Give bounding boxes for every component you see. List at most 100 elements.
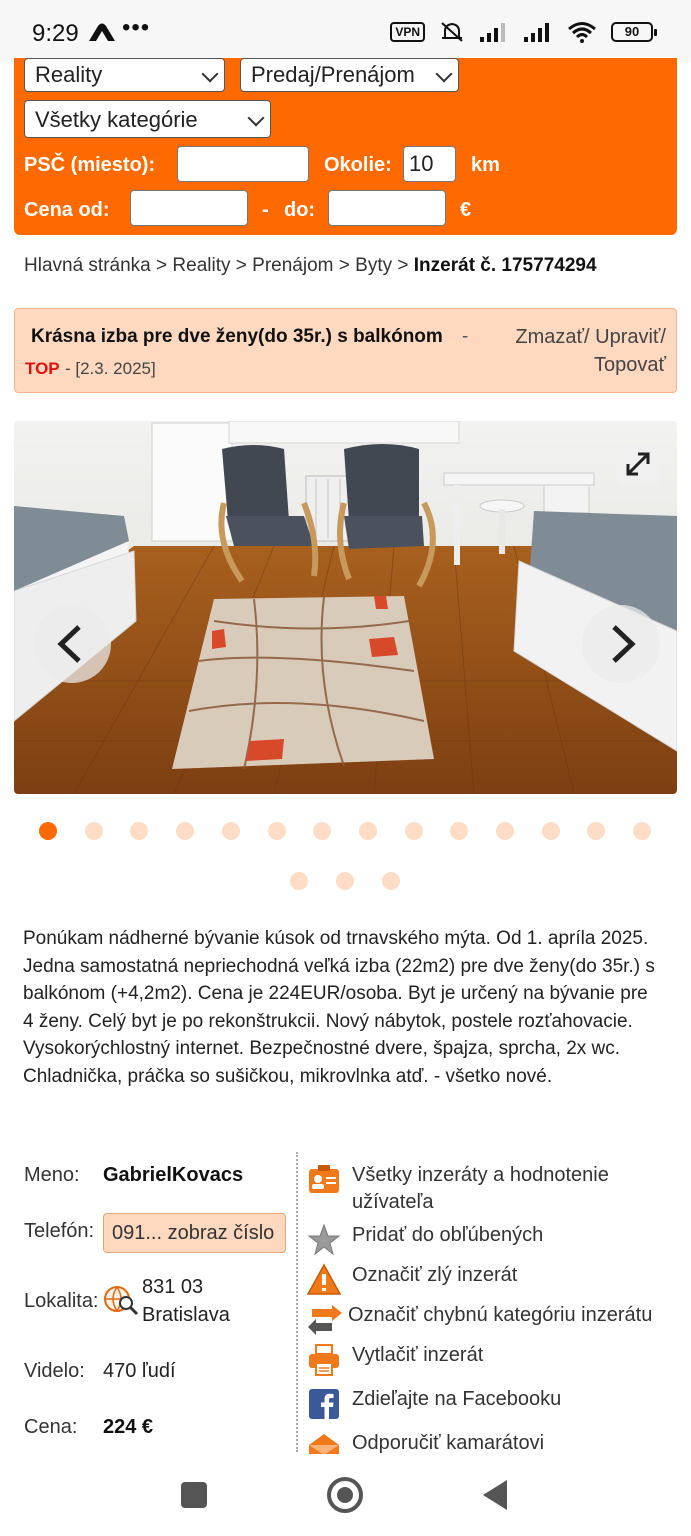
cena-label: Cena:	[24, 1416, 78, 1438]
chevron-down-icon	[435, 65, 453, 83]
chevron-down-icon	[201, 65, 219, 83]
telefon-label: Telefón:	[24, 1220, 95, 1242]
breadcrumb-reality[interactable]: Reality	[172, 255, 230, 276]
ad-title-separator: -	[462, 326, 469, 347]
type-select[interactable]: Predaj/Prenájom	[240, 58, 459, 92]
status-time: 9:29	[32, 20, 79, 47]
print-ad-link[interactable]: Vytlačiť inzerát	[306, 1342, 483, 1378]
swap-arrows-icon	[306, 1302, 342, 1338]
show-phone-button[interactable]: 091... zobraz číslo	[103, 1213, 286, 1253]
gallery-dot[interactable]	[290, 872, 309, 890]
share-facebook-label: Zdieľajte na Facebooku	[352, 1388, 562, 1410]
system-nav-bar	[0, 1456, 691, 1536]
all-user-ads-label: Všetky inzeráty a hodnotenie užívateľa	[352, 1164, 609, 1213]
price-to-input[interactable]	[328, 190, 446, 226]
breadcrumb-current: Inzerát č. 175774294	[413, 255, 597, 276]
location-zip: 831 03	[142, 1276, 204, 1298]
gallery-dot[interactable]	[358, 822, 377, 840]
prev-photo-button[interactable]	[33, 605, 111, 683]
mute-icon	[441, 22, 463, 42]
gallery-dot[interactable]	[633, 822, 652, 840]
chevron-down-icon	[247, 109, 265, 127]
gallery-dot[interactable]	[381, 872, 400, 890]
home-button[interactable]	[327, 1477, 363, 1513]
currency-label: €	[460, 199, 472, 221]
breadcrumb: Hlavná stránka > Reality > Prenájom > By…	[24, 255, 597, 277]
gallery-dot[interactable]	[267, 822, 286, 840]
gallery-dot[interactable]	[221, 822, 240, 840]
status-more-dots: •••	[122, 14, 151, 41]
category-select-value: Reality	[35, 62, 103, 87]
breadcrumb-prenajom[interactable]: Prenájom	[252, 255, 333, 276]
recommend-friend-link[interactable]: Odporučiť kamarátovi	[306, 1430, 544, 1454]
wifi-icon	[568, 22, 596, 43]
ad-description: Ponúkam nádherné bývanie kúsok od trnavs…	[23, 928, 655, 1087]
gallery-dot[interactable]	[404, 822, 423, 840]
report-ad-link[interactable]: Označiť zlý inzerát	[306, 1262, 517, 1298]
gallery-dot[interactable]	[587, 822, 606, 840]
gallery-dot[interactable]	[84, 822, 103, 840]
cena-od-label: Cena od:	[24, 199, 110, 221]
add-to-favorites-label: Pridať do obľúbených	[352, 1224, 544, 1246]
envelope-icon	[306, 1430, 342, 1454]
gallery-dot[interactable]	[336, 872, 354, 890]
warning-icon	[306, 1262, 342, 1298]
back-button[interactable]	[483, 1480, 507, 1510]
gallery-dot[interactable]	[176, 822, 195, 840]
user-card-icon	[306, 1162, 342, 1198]
gallery-dot[interactable]	[130, 822, 149, 840]
fullscreen-button[interactable]	[617, 443, 659, 485]
type-select-value: Predaj/Prenájom	[251, 62, 415, 87]
share-facebook-link[interactable]: Zdieľajte na Facebooku	[306, 1386, 561, 1422]
ad-photo[interactable]	[14, 421, 677, 794]
km-label: km	[471, 154, 500, 176]
facebook-icon	[306, 1386, 342, 1422]
search-panel: Reality Predaj/Prenájom Všetky kategórie…	[14, 58, 677, 235]
star-icon	[306, 1222, 342, 1258]
gallery-dot[interactable]	[313, 822, 332, 840]
all-user-ads-link[interactable]: Všetky inzeráty a hodnotenie užívateľa	[306, 1162, 652, 1216]
okolie-input[interactable]: 10	[403, 146, 456, 182]
psc-input[interactable]	[177, 146, 309, 182]
report-wrong-category-link[interactable]: Označiť chybnú kategóriu inzerátu	[306, 1302, 652, 1338]
top-badge: TOP	[25, 359, 60, 378]
vpn-icon: VPN	[390, 22, 425, 42]
breadcrumb-home[interactable]: Hlavná stránka	[24, 255, 151, 276]
chevron-right-icon	[612, 625, 636, 663]
expand-icon	[626, 452, 650, 476]
breadcrumb-separator: >	[156, 255, 168, 276]
room-photo	[14, 421, 677, 794]
ad-date: - [2.3. 2025]	[65, 359, 156, 378]
meno-label: Meno:	[24, 1164, 80, 1186]
view-count: 470 ľudí	[103, 1360, 176, 1382]
edit-actions-link[interactable]: Zmazať/ Upraviť/ Topovať	[496, 323, 666, 379]
battery-icon: 90	[611, 22, 657, 42]
subcategory-select[interactable]: Všetky kategórie	[24, 100, 271, 138]
printer-icon	[306, 1342, 342, 1378]
category-select[interactable]: Reality	[24, 58, 225, 92]
signal-icon-1	[480, 23, 505, 42]
status-bar: 9:29 ••• VPN 90	[0, 0, 691, 62]
gallery-dot[interactable]	[496, 822, 514, 840]
gallery-dot[interactable]	[541, 822, 560, 840]
seller-name: GabrielKovacs	[103, 1164, 244, 1186]
breadcrumb-separator: >	[397, 255, 409, 276]
print-ad-label: Vytlačiť inzerát	[352, 1344, 484, 1366]
add-to-favorites-link[interactable]: Pridať do obľúbených	[306, 1222, 543, 1258]
breadcrumb-separator: >	[338, 255, 350, 276]
gallery-dot[interactable]	[39, 822, 57, 840]
breadcrumb-byty[interactable]: Byty	[355, 255, 392, 276]
price-from-input[interactable]	[130, 190, 248, 226]
videlo-label: Videlo:	[24, 1360, 85, 1382]
status-icons: VPN 90	[390, 20, 657, 44]
breadcrumb-separator: >	[235, 255, 247, 276]
chevron-left-icon	[57, 625, 81, 663]
next-photo-button[interactable]	[582, 605, 660, 683]
column-divider	[296, 1152, 298, 1452]
ad-title: Krásna izba pre dve ženy(do 35r.) s balk…	[31, 326, 443, 347]
gallery-dot[interactable]	[450, 822, 469, 840]
cena-do-label: do:	[284, 199, 316, 221]
okolie-label: Okolie:	[324, 154, 392, 176]
globe-search-icon[interactable]	[102, 1283, 140, 1317]
recent-apps-button[interactable]	[181, 1482, 207, 1508]
